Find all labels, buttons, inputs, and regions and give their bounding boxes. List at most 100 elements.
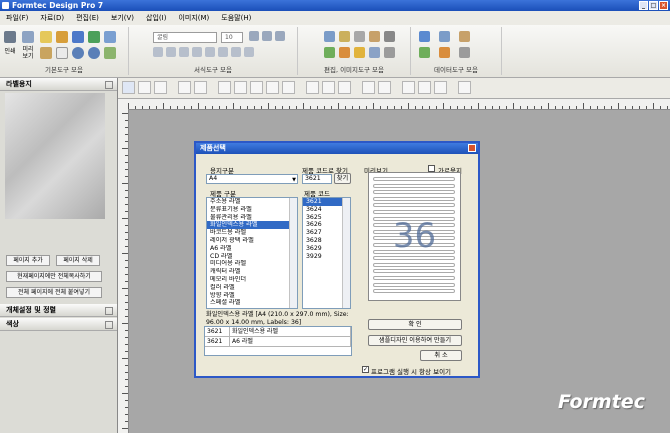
paste-all-pages-button[interactable]: 전체 페이지에 전체 붙여넣기 (6, 287, 102, 298)
code-search-input[interactable]: 3621 (302, 174, 332, 184)
product-type-scrollbar[interactable] (289, 198, 297, 308)
rect-tool-icon[interactable] (218, 81, 231, 94)
close-button[interactable]: × (659, 1, 668, 10)
product-type-list[interactable]: 주소용 라벨 분류표기용 라벨 물류관리용 라벨 화일인덱스용 라벨 바코드용 라벨 레이… (206, 197, 298, 309)
ungroup-tool-icon[interactable] (434, 81, 447, 94)
serial-number-icon[interactable] (439, 47, 450, 58)
landscape-checkbox[interactable] (428, 165, 435, 172)
shape-tool-icon[interactable] (322, 81, 335, 94)
open-folder-icon[interactable] (56, 31, 68, 43)
menu-image[interactable]: 이미지(M) (172, 13, 215, 23)
ok-button[interactable]: 확 인 (368, 319, 462, 330)
rotate-icon[interactable] (384, 47, 395, 58)
group-tool-icon[interactable] (418, 81, 431, 94)
data-edit-icon[interactable] (459, 47, 470, 58)
order-tool-icon[interactable] (458, 81, 471, 94)
product-type-item[interactable]: 캐릭터 라벨 (207, 268, 297, 276)
merge-icon[interactable] (459, 31, 470, 42)
align-left-icon[interactable] (192, 47, 202, 57)
table-tool-icon[interactable] (234, 81, 247, 94)
font-select[interactable]: 굴림 (153, 32, 217, 43)
add-page-button[interactable]: 페이지 추가 (6, 255, 50, 266)
menu-help[interactable]: 도움말(H) (215, 13, 257, 23)
color-header[interactable]: 색상 (0, 318, 117, 331)
database-icon[interactable] (419, 31, 430, 42)
product-type-item[interactable]: 미디어용 라벨 (207, 260, 297, 268)
font-grow-icon[interactable] (249, 31, 259, 41)
product-type-item[interactable]: 화일인덱스용 라벨 (207, 221, 297, 230)
font-style-icon[interactable] (275, 31, 285, 41)
print-icon[interactable] (4, 31, 16, 43)
expand-icon[interactable] (105, 307, 113, 315)
rotate-tool-icon[interactable] (306, 81, 319, 94)
expand-icon[interactable] (105, 321, 113, 329)
save-icon[interactable] (72, 31, 84, 43)
product-type-item[interactable]: CD 라벨 (207, 253, 297, 261)
align-right-icon[interactable] (218, 47, 228, 57)
product-type-item[interactable]: 방향 라벨 (207, 292, 297, 300)
product-type-item[interactable]: 분류표기용 라벨 (207, 206, 297, 214)
font-shrink-icon[interactable] (262, 31, 272, 41)
cut-icon[interactable] (354, 31, 365, 42)
product-type-item[interactable]: 물류관리용 라벨 (207, 214, 297, 222)
menu-edit[interactable]: 편집(E) (70, 13, 105, 23)
text-box-icon[interactable] (178, 81, 191, 94)
menu-data[interactable]: 자료(D) (34, 13, 70, 23)
table-row[interactable]: 3621 A6 라벨 (205, 337, 351, 347)
barcode-tool-icon[interactable] (250, 81, 263, 94)
crop-icon[interactable] (369, 47, 380, 58)
product-type-item[interactable]: 레이저 광택 라벨 (207, 237, 297, 245)
layer-tool-icon[interactable] (378, 81, 391, 94)
copy-current-page-button[interactable]: 현재페이지에만 전체복사하기 (6, 271, 102, 282)
startup-checkbox[interactable]: ✓ (362, 366, 369, 373)
paper-type-select[interactable]: A4 ▼ (206, 174, 298, 184)
template-icon[interactable] (40, 47, 52, 59)
product-type-item[interactable]: 컬러 라벨 (207, 284, 297, 292)
product-type-item[interactable]: 주소용 라벨 (207, 198, 297, 206)
minimize-button[interactable]: _ (639, 1, 648, 10)
menu-insert[interactable]: 삽입(I) (140, 13, 172, 23)
cancel-button[interactable]: 취 소 (420, 350, 462, 361)
code-search-button[interactable]: 찾기 (334, 173, 351, 184)
align-center-icon[interactable] (205, 47, 215, 57)
refresh-icon[interactable] (88, 31, 100, 43)
underline-icon[interactable] (179, 47, 189, 57)
results-table[interactable]: 3621 화일인덱스용 라벨 3621 A6 라벨 (204, 326, 352, 356)
image-edit-icon[interactable] (339, 47, 350, 58)
sample-design-button[interactable]: 샘플디자인 이용하여 만들기 (368, 335, 462, 346)
preview-icon[interactable] (22, 31, 34, 43)
maximize-button[interactable]: □ (649, 1, 658, 10)
object-settings-header[interactable]: 개체설정 및 정렬 (0, 304, 117, 317)
menu-view[interactable]: 보기(V) (105, 13, 140, 23)
product-type-item[interactable]: 메모리 바인더 (207, 276, 297, 284)
font-size-select[interactable]: 10 (221, 32, 243, 43)
paste-icon[interactable] (339, 31, 350, 42)
delete-icon[interactable] (384, 31, 395, 42)
menu-file[interactable]: 파일(F) (0, 13, 34, 23)
fit-page-icon[interactable] (104, 47, 116, 59)
clipboard-icon[interactable] (369, 31, 380, 42)
blank-page-icon[interactable] (56, 47, 68, 59)
zoom-in-icon[interactable] (72, 47, 84, 59)
zoom-out-icon[interactable] (88, 47, 100, 59)
image-insert-icon[interactable] (324, 47, 335, 58)
frame-tool-icon[interactable] (362, 81, 375, 94)
image-tool-icon[interactable] (266, 81, 279, 94)
grid-tool-icon[interactable] (402, 81, 415, 94)
italic-icon[interactable] (166, 47, 176, 57)
copy-icon[interactable] (324, 31, 335, 42)
product-code-list[interactable]: 3621 3624 3625 3626 3627 3628 3629 3929 (302, 197, 351, 309)
table-row[interactable]: 3621 화일인덱스용 라벨 (205, 327, 351, 337)
vertical-text-icon[interactable] (244, 47, 254, 57)
align-tool-icon[interactable] (138, 81, 151, 94)
table-icon[interactable] (439, 31, 450, 42)
flip-tool-icon[interactable] (338, 81, 351, 94)
product-type-item[interactable]: A6 라벨 (207, 245, 297, 253)
dialog-close-icon[interactable] (468, 144, 476, 152)
product-type-item[interactable]: 스페셜 라벨 (207, 299, 297, 307)
line-tool-icon[interactable] (282, 81, 295, 94)
delete-page-button[interactable]: 페이지 삭제 (56, 255, 100, 266)
bold-icon[interactable] (153, 47, 163, 57)
image-effect-icon[interactable] (354, 47, 365, 58)
pointer-icon[interactable] (122, 81, 135, 94)
